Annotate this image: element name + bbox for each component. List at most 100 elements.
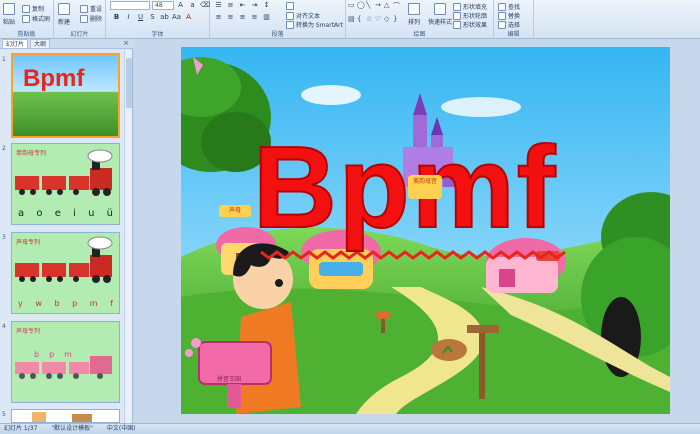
font-size-select[interactable]: 48	[152, 1, 174, 10]
select-button[interactable]: 选择	[498, 20, 520, 29]
slide-count: 幻灯片 1/37	[4, 425, 38, 432]
powerpoint-window: 粘贴 复制 格式刷 剪贴板 新建 重设 删除 幻灯片 48 Aa ⌫ B I U…	[0, 0, 700, 434]
thumb-title: 单韵母专列	[16, 150, 47, 157]
spacing-icon[interactable]: ab	[160, 13, 169, 21]
language[interactable]: 中文(中国)	[107, 424, 136, 434]
copy-button[interactable]: 复制	[22, 4, 44, 13]
align-right-icon[interactable]: ≡	[238, 13, 247, 21]
slide-thumb-5[interactable]	[11, 409, 120, 423]
heart-shape-icon[interactable]: ♡	[375, 15, 384, 27]
star-shape-icon[interactable]: ☆	[366, 15, 375, 27]
arrange-icon	[408, 3, 420, 15]
line-shape-icon[interactable]: ╲	[366, 1, 375, 15]
paste-button[interactable]: 粘贴	[3, 3, 15, 26]
slide-canvas[interactable]: Bpmf 拼音王国 美韵母宫 声母	[181, 47, 670, 414]
arrow-shape-icon[interactable]: →	[375, 1, 384, 15]
outdent-icon[interactable]: ⇤	[238, 1, 247, 9]
thumb-title: Bpmf	[23, 65, 85, 92]
slide-thumb-3[interactable]: 声母专列 ywbpmf	[11, 232, 120, 314]
oval-shape-icon[interactable]: ◯	[357, 1, 366, 15]
align-buttons: ≡ ≡ ≡ ≡ ▥	[214, 13, 271, 21]
brush-icon	[22, 14, 30, 23]
slide-number: 2	[2, 145, 6, 152]
triangle-shape-icon[interactable]: △	[384, 1, 393, 15]
group-label-slides: 幻灯片	[70, 31, 89, 38]
status-bar: 幻灯片 1/37 "默认设计模板" 中文(中国)	[0, 423, 700, 434]
find-button[interactable]: 查找	[498, 2, 520, 11]
diamond-shape-icon[interactable]: ◇	[384, 15, 393, 27]
italic-icon[interactable]: I	[124, 13, 133, 21]
thumb-letters: aoeiuü	[18, 208, 113, 219]
thumb-preview	[32, 412, 92, 422]
font-name-select[interactable]	[110, 1, 150, 10]
curve-shape-icon[interactable]: ⌒	[393, 1, 402, 15]
pane-scrollbar[interactable]	[124, 50, 132, 423]
slide-thumb-4[interactable]: 声母专列 bpm	[11, 321, 120, 403]
font-style-buttons: B I U S ab Aa A	[112, 13, 193, 21]
quick-styles-button[interactable]: 快速样式	[428, 3, 452, 26]
case-icon[interactable]: Aa	[172, 13, 181, 21]
outline-icon	[453, 11, 461, 20]
align-left-icon[interactable]: ≡	[214, 13, 223, 21]
font-size-buttons: Aa ⌫	[176, 1, 210, 9]
justify-icon[interactable]: ≡	[250, 13, 259, 21]
tab-slides[interactable]: 幻灯片	[2, 39, 29, 48]
shrink-font-icon[interactable]: a	[188, 1, 197, 9]
replace-icon	[498, 11, 506, 20]
delete-button[interactable]: 删除	[80, 14, 102, 23]
close-icon[interactable]: ×	[123, 39, 129, 47]
shape-effects-button[interactable]: 形状效果	[453, 20, 487, 29]
fill-icon	[453, 2, 461, 11]
ribbon: 粘贴 复制 格式刷 剪贴板 新建 重设 删除 幻灯片 48 Aa ⌫ B I U…	[0, 0, 700, 39]
underline-icon[interactable]: U	[136, 13, 145, 21]
bracket-shape-icon[interactable]: {	[357, 15, 366, 27]
align-center-icon[interactable]: ≡	[226, 13, 235, 21]
scrollbar-thumb[interactable]	[126, 58, 132, 108]
reset-button[interactable]: 重设	[80, 4, 102, 13]
slide-title[interactable]: Bpmf	[252, 128, 557, 246]
grow-font-icon[interactable]: A	[176, 1, 185, 9]
format-painter-button[interactable]: 格式刷	[22, 14, 50, 23]
rect-shape-icon[interactable]: ▭	[348, 1, 357, 15]
text-direction-icon	[286, 2, 294, 10]
align-text-button[interactable]: 对齐文本	[286, 11, 320, 20]
bullets-icon[interactable]: ☰	[214, 1, 223, 9]
house-sign: 声母	[219, 205, 251, 217]
textbox-shape-icon[interactable]: ▤	[348, 15, 357, 27]
clipboard-group: 粘贴 复制 格式刷 剪贴板	[0, 0, 54, 39]
text-direction-button[interactable]	[286, 2, 294, 10]
reset-icon	[80, 4, 88, 13]
group-label-editing: 编辑	[507, 31, 520, 38]
arrange-button[interactable]: 排列	[408, 3, 420, 26]
font-color-icon[interactable]: A	[184, 13, 193, 21]
line-spacing-icon[interactable]: ↕	[262, 1, 271, 9]
indent-icon[interactable]: ⇥	[250, 1, 259, 9]
list-buttons: ☰ ≡ ⇤ ⇥ ↕	[214, 1, 271, 9]
theme-name: "默认设计模板"	[51, 425, 93, 432]
copy-icon	[22, 4, 30, 13]
shape-fill-button[interactable]: 形状填充	[453, 2, 487, 11]
strike-icon[interactable]: S	[148, 13, 157, 21]
slide-number: 1	[2, 56, 6, 63]
slide-number: 3	[2, 234, 6, 241]
group-label-clipboard: 剪贴板	[17, 31, 36, 38]
clear-format-icon[interactable]: ⌫	[200, 1, 210, 9]
convert-smartart-button[interactable]: 转换为 SmartArt	[286, 20, 343, 29]
brace-shape-icon[interactable]: }	[393, 15, 402, 27]
tab-outline[interactable]: 大纲	[30, 39, 51, 48]
group-label-font: 字体	[151, 31, 164, 38]
thumb-title: 声母专列	[16, 239, 41, 246]
thumb-letters: ywbpmf	[18, 299, 113, 308]
new-slide-button[interactable]: 新建	[58, 3, 70, 26]
replace-button[interactable]: 替换	[498, 11, 520, 20]
bold-icon[interactable]: B	[112, 13, 121, 21]
slide-thumb-2[interactable]: 单韵母专列 aoeiuü	[11, 143, 120, 225]
slide-thumb-1[interactable]: Bpmf	[11, 53, 120, 138]
shape-outline-button[interactable]: 形状轮廓	[453, 11, 487, 20]
numbering-icon[interactable]: ≡	[226, 1, 235, 9]
columns-icon[interactable]: ▥	[262, 13, 271, 21]
select-icon	[498, 20, 506, 29]
drawing-group: ▭ ◯ ╲ → △ ⌒ ▤{☆ ♡ ◇} 排列 快速样式 形状填充 形状轮廓 形状效果 绘图	[346, 0, 494, 39]
paragraph-group: ☰ ≡ ⇤ ⇥ ↕ 对齐文本 ≡ ≡ ≡ ≡ ▥ 转换为 SmartArt 段落	[210, 0, 346, 39]
shapes-gallery[interactable]: ▭ ◯ ╲ → △ ⌒ ▤{☆ ♡ ◇}	[348, 1, 404, 27]
